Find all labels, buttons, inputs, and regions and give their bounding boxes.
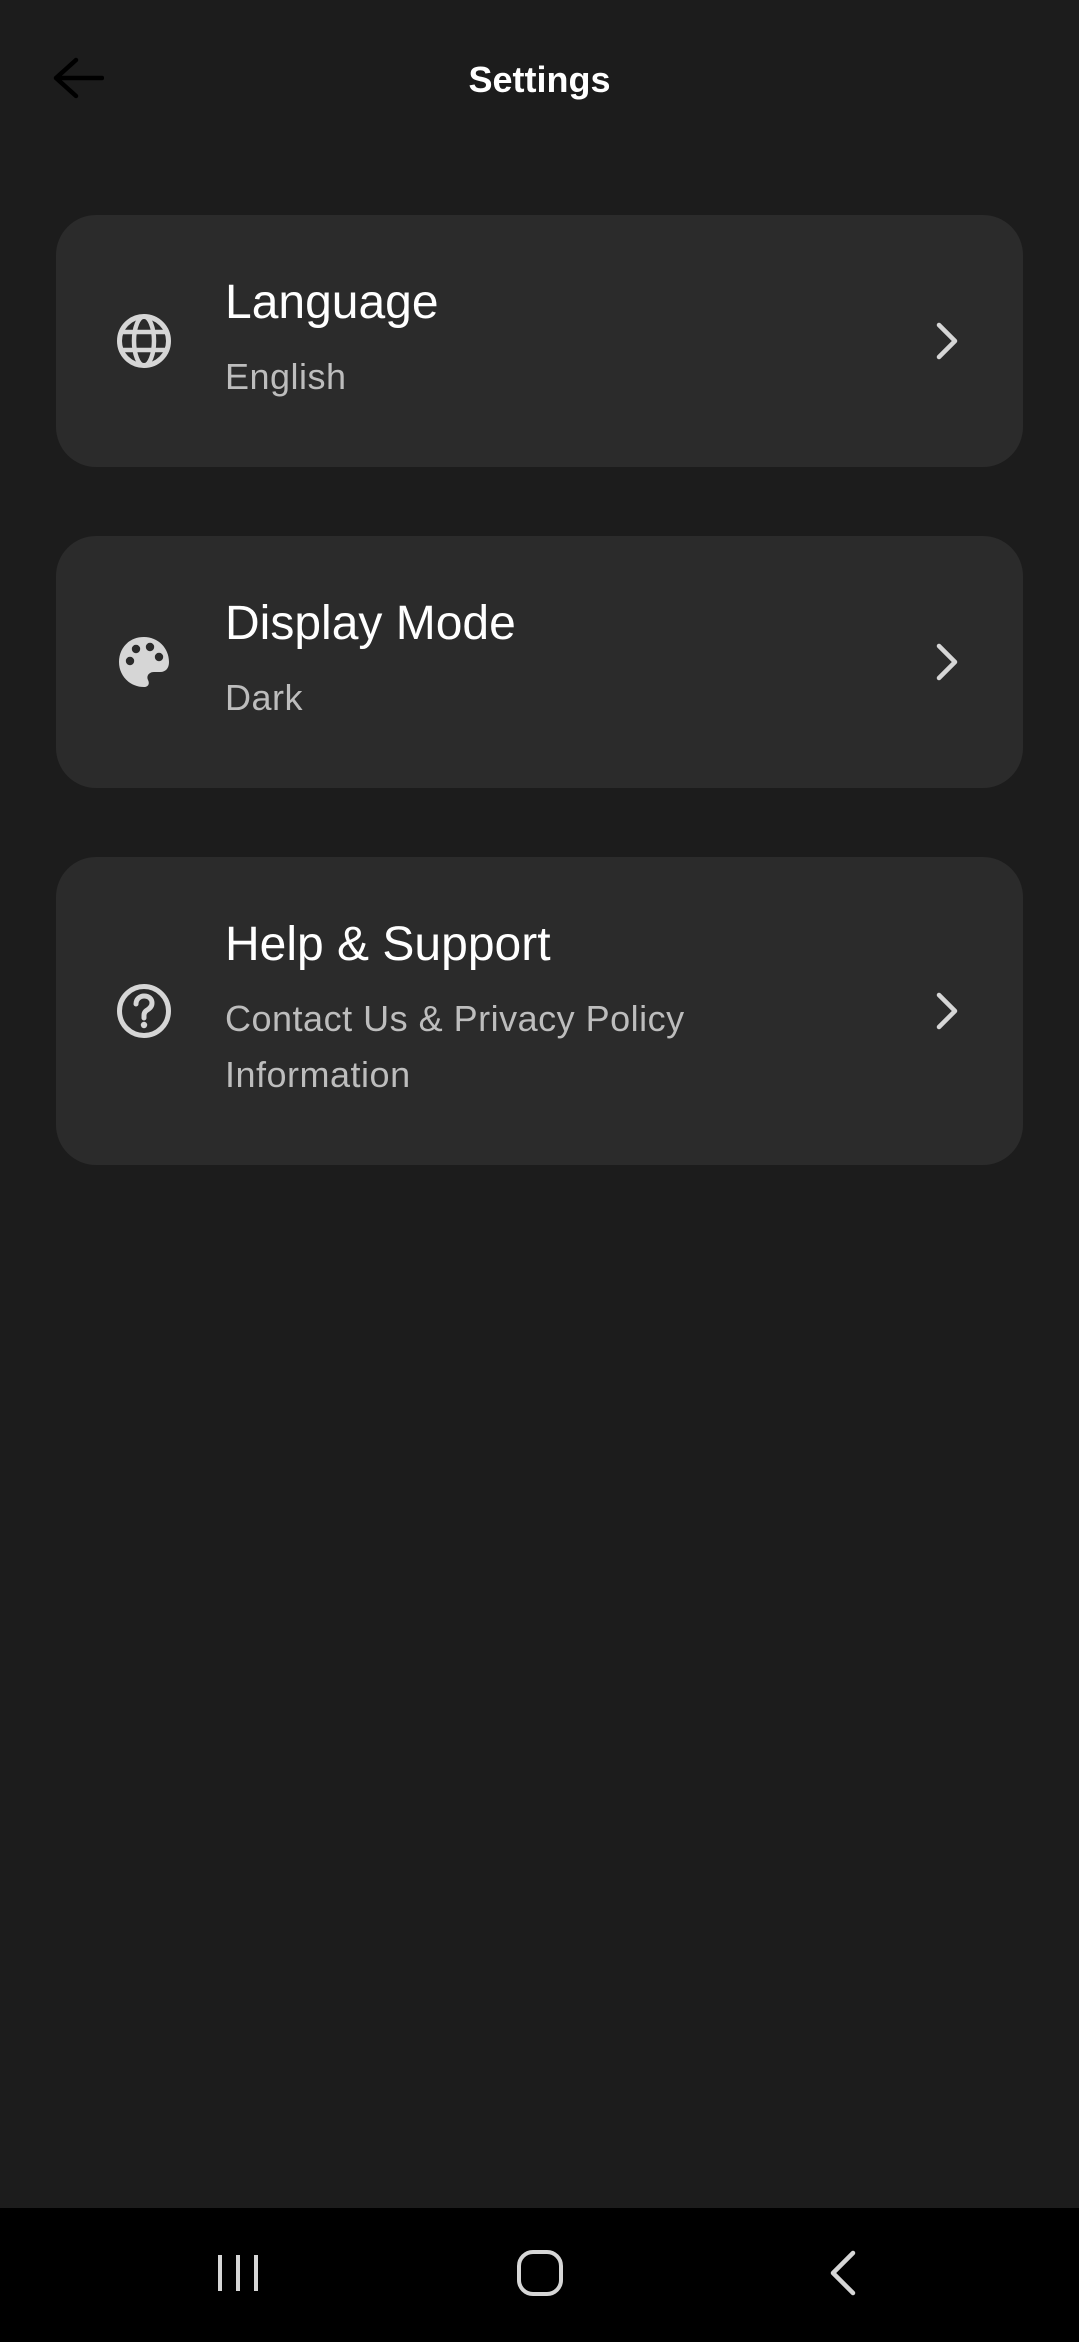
home-button[interactable] bbox=[490, 2235, 590, 2315]
display-mode-setting[interactable]: Display Mode Dark bbox=[56, 536, 1023, 788]
nav-back-button[interactable] bbox=[793, 2235, 893, 2315]
display-mode-value: Dark bbox=[225, 677, 304, 718]
recents-icon bbox=[213, 2251, 263, 2300]
help-support-setting[interactable]: Help & Support Contact Us & Privacy Poli… bbox=[56, 857, 1023, 1165]
language-setting[interactable]: Language English bbox=[56, 215, 1023, 467]
language-title: Language bbox=[225, 276, 439, 329]
page-title: Settings bbox=[468, 59, 611, 100]
help-circle-icon bbox=[116, 983, 172, 1039]
chevron-right-icon bbox=[927, 991, 967, 1031]
recents-button[interactable] bbox=[188, 2235, 288, 2315]
language-text: Language English bbox=[225, 275, 825, 405]
home-icon bbox=[516, 2249, 564, 2302]
display-mode-text: Display Mode Dark bbox=[225, 596, 825, 726]
settings-screen: Settings Language English Display Mode D… bbox=[0, 0, 1079, 2342]
chevron-right-icon bbox=[927, 321, 967, 361]
display-mode-title: Display Mode bbox=[225, 597, 516, 650]
back-icon bbox=[827, 2249, 859, 2302]
help-support-text: Help & Support Contact Us & Privacy Poli… bbox=[225, 917, 825, 1103]
globe-icon bbox=[116, 313, 172, 369]
help-support-title: Help & Support bbox=[225, 918, 551, 971]
palette-icon bbox=[116, 634, 172, 690]
language-value: English bbox=[225, 356, 347, 397]
app-header: Settings bbox=[0, 0, 1079, 160]
system-navigation-bar bbox=[0, 2208, 1079, 2342]
help-support-description: Contact Us & Privacy Policy Information bbox=[225, 998, 685, 1095]
chevron-right-icon bbox=[927, 642, 967, 682]
